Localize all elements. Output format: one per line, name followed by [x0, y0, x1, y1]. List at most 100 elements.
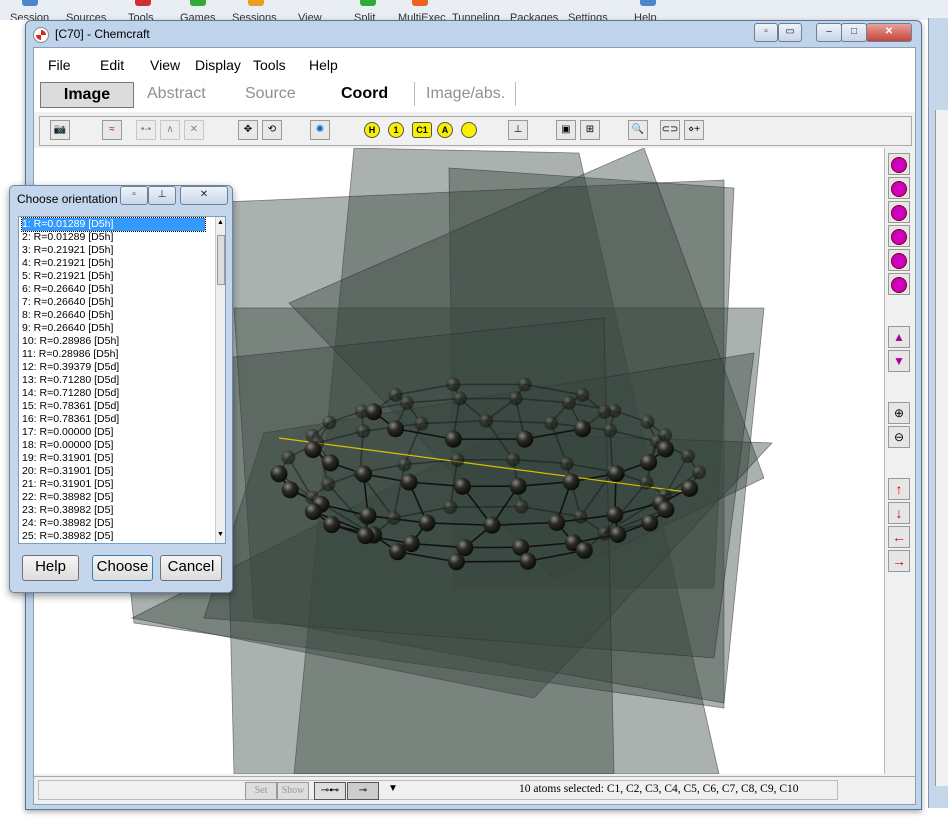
- menu-tools[interactable]: Tools: [253, 57, 286, 73]
- carbon-atom[interactable]: [544, 416, 559, 431]
- carbon-atom[interactable]: [386, 510, 401, 525]
- orientation-list-item[interactable]: 5: R=0.21921 [D5h]: [22, 270, 113, 283]
- vibration-icon[interactable]: ≈: [102, 120, 122, 140]
- zoom-out-icon[interactable]: ⊖: [888, 426, 910, 448]
- show-button[interactable]: Show: [277, 782, 309, 800]
- element-labels-button[interactable]: C1: [412, 122, 432, 138]
- menu-view[interactable]: View: [150, 57, 180, 73]
- move-icon[interactable]: ✥: [238, 120, 258, 140]
- rotate-icon[interactable]: ⟲: [262, 120, 282, 140]
- maximize-button[interactable]: □: [841, 23, 867, 42]
- orientation-list-item[interactable]: 23: R=0.38982 [D5]: [22, 504, 113, 517]
- dialog-pin-button[interactable]: ⊥: [148, 186, 176, 205]
- box-frame-icon[interactable]: ⊞: [580, 120, 600, 140]
- rotate-y-left-icon[interactable]: [888, 201, 910, 223]
- restore-small-button[interactable]: ▫: [754, 23, 778, 42]
- tab-image-abs[interactable]: Image/abs.: [426, 85, 505, 103]
- carbon-atom[interactable]: [444, 430, 462, 448]
- orientation-list-item[interactable]: 12: R=0.39379 [D5d]: [22, 361, 119, 374]
- carbon-atom[interactable]: [304, 502, 322, 520]
- pin-button[interactable]: ▭: [778, 23, 802, 42]
- number-labels-button[interactable]: 1: [388, 122, 404, 138]
- carbon-atom[interactable]: [508, 391, 523, 406]
- orientation-list-item[interactable]: 3: R=0.21921 [D5h]: [22, 244, 113, 257]
- box-3d-icon[interactable]: ▣: [556, 120, 576, 140]
- carbon-atom[interactable]: [400, 473, 418, 491]
- carbon-atom[interactable]: [681, 479, 699, 497]
- orientation-list-item[interactable]: 6: R=0.26640 [D5h]: [22, 283, 113, 296]
- carbon-atom[interactable]: [281, 450, 296, 465]
- carbon-atom[interactable]: [680, 449, 695, 464]
- orientation-list-item[interactable]: 13: R=0.71280 [D5d]: [22, 374, 119, 387]
- carbon-atom[interactable]: [548, 513, 566, 531]
- camera-icon[interactable]: 📷: [50, 120, 70, 140]
- close-button[interactable]: ✕: [866, 23, 912, 42]
- carbon-atom[interactable]: [516, 430, 534, 448]
- carbon-atom[interactable]: [322, 415, 337, 430]
- carbon-atom[interactable]: [389, 543, 407, 561]
- bond-mode-icon[interactable]: ⊸⊷: [314, 782, 346, 800]
- tab-abstract[interactable]: Abstract: [147, 85, 206, 103]
- orientation-list-item[interactable]: 1: R=0.01289 [D5h]: [21, 217, 206, 232]
- carbon-atom[interactable]: [356, 424, 371, 439]
- carbon-atom[interactable]: [517, 377, 532, 392]
- carbon-atom[interactable]: [418, 514, 436, 532]
- orientation-list-item[interactable]: 21: R=0.31901 [D5]: [22, 478, 113, 491]
- tilt-down-icon[interactable]: ▼: [888, 350, 910, 372]
- taskbar-label[interactable]: Tools: [128, 12, 154, 20]
- move-right-icon[interactable]: →: [888, 550, 910, 572]
- carbon-atom[interactable]: [359, 507, 377, 525]
- carbon-atom[interactable]: [452, 391, 467, 406]
- orientation-list-item[interactable]: 11: R=0.28986 [D5h]: [22, 348, 118, 361]
- carbon-atom[interactable]: [456, 539, 474, 557]
- carbon-atom[interactable]: [573, 509, 588, 524]
- minimize-button[interactable]: –: [816, 23, 842, 42]
- taskbar-label[interactable]: Session: [10, 12, 49, 20]
- move-left-icon[interactable]: ←: [888, 526, 910, 548]
- carbon-atom[interactable]: [388, 387, 403, 402]
- carbon-atom[interactable]: [270, 465, 288, 483]
- taskbar-label[interactable]: Sources: [66, 12, 106, 20]
- carbon-atom[interactable]: [514, 499, 529, 514]
- bond-icon[interactable]: •-•: [136, 120, 156, 140]
- move-down-icon[interactable]: ↓: [888, 502, 910, 524]
- dihedral-icon[interactable]: ✕: [184, 120, 204, 140]
- orientation-list-item[interactable]: 19: R=0.31901 [D5]: [22, 452, 113, 465]
- carbon-atom[interactable]: [281, 481, 299, 499]
- scroll-up-arrow[interactable]: ▲: [217, 219, 224, 226]
- carbon-atom[interactable]: [321, 477, 336, 492]
- orientation-list-item[interactable]: 4: R=0.21921 [D5h]: [22, 257, 113, 270]
- carbon-atom[interactable]: [479, 413, 494, 428]
- carbon-atom[interactable]: [573, 420, 591, 438]
- rotate-z-left-icon[interactable]: [888, 249, 910, 271]
- taskbar-label[interactable]: Packages: [510, 12, 558, 20]
- carbon-atom[interactable]: [483, 516, 501, 534]
- carbon-atom[interactable]: [446, 377, 461, 392]
- carbon-atom[interactable]: [607, 465, 625, 483]
- tilt-up-icon[interactable]: ▲: [888, 326, 910, 348]
- menu-file[interactable]: File: [48, 57, 71, 73]
- rotate-z-right-icon[interactable]: [888, 273, 910, 295]
- split-icon[interactable]: [360, 0, 376, 6]
- tab-image[interactable]: Image: [40, 82, 134, 108]
- carbon-atom[interactable]: [562, 473, 580, 491]
- carbon-atom[interactable]: [575, 541, 593, 559]
- axes-icon[interactable]: ⊥: [508, 120, 528, 140]
- taskbar-label[interactable]: View: [298, 12, 322, 20]
- orientation-list-item[interactable]: 22: R=0.38982 [D5]: [22, 491, 113, 504]
- multiexec-icon[interactable]: [412, 0, 428, 6]
- orientation-list-item[interactable]: 8: R=0.26640 [D5h]: [22, 309, 113, 322]
- taskbar-label[interactable]: MultiExec: [398, 12, 446, 20]
- angle-icon[interactable]: ∧: [160, 120, 180, 140]
- orientation-list-item[interactable]: 9: R=0.26640 [D5h]: [22, 322, 113, 335]
- scroll-thumb[interactable]: [217, 235, 225, 285]
- carbon-atom[interactable]: [399, 395, 414, 410]
- list-scrollbar[interactable]: ▲ ▼: [215, 217, 225, 543]
- help-button[interactable]: Help: [22, 555, 79, 581]
- carbon-atom[interactable]: [365, 403, 382, 421]
- zoom-in-icon[interactable]: ⊕: [888, 402, 910, 424]
- carbon-atom[interactable]: [559, 456, 574, 471]
- cancel-button[interactable]: Cancel: [160, 555, 222, 581]
- zoom-search-icon[interactable]: 🔍: [628, 120, 648, 140]
- orientation-list-item[interactable]: 16: R=0.78361 [D5d]: [22, 413, 119, 426]
